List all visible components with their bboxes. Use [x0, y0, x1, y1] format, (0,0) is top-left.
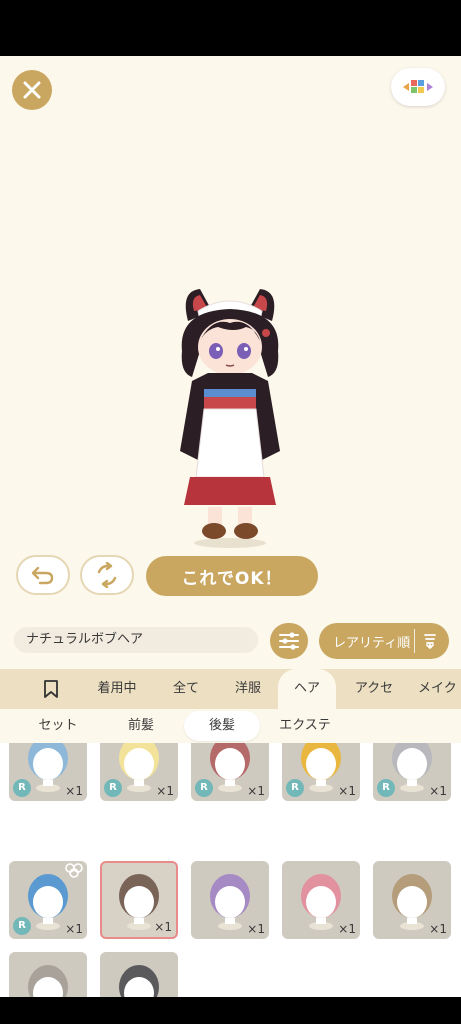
- rarity-badge: R: [195, 779, 213, 797]
- tab-hair[interactable]: ヘア: [278, 669, 336, 709]
- filter-button[interactable]: [270, 623, 308, 659]
- item-grid: R ×1 R ×1 R ×1 R ×1 R ×1 R ×1 ×1 ×1 ×1 ×1 ×1 ×2: [0, 743, 461, 997]
- rarity-badge: R: [13, 917, 31, 935]
- subtab-bangs[interactable]: 前髪: [108, 711, 174, 741]
- hair-item[interactable]: R ×1: [373, 743, 451, 801]
- item-count: ×1: [338, 784, 356, 798]
- tab-bookmark[interactable]: [28, 669, 74, 709]
- tab-wearing[interactable]: 着用中: [86, 669, 148, 709]
- hair-item[interactable]: ×1: [373, 861, 451, 939]
- hair-item[interactable]: R ×1: [9, 743, 87, 801]
- tab-clothes[interactable]: 洋服: [222, 669, 274, 709]
- rarity-badge: R: [13, 779, 31, 797]
- ribbon-icon: [65, 863, 83, 878]
- confirm-button[interactable]: これでOK！: [146, 556, 318, 596]
- item-name-field: ナチュラルボブヘア: [14, 627, 258, 653]
- hair-item[interactable]: R ×1: [191, 743, 269, 801]
- palette-button[interactable]: [391, 68, 445, 106]
- item-count: ×1: [338, 922, 356, 936]
- rarity-badge: R: [377, 779, 395, 797]
- item-count: ×1: [65, 922, 83, 936]
- hair-item[interactable]: ×1: [282, 861, 360, 939]
- hair-item[interactable]: R ×1: [282, 743, 360, 801]
- sort-divider: [414, 629, 415, 653]
- hair-item[interactable]: R ×1: [9, 861, 87, 939]
- item-count: ×1: [65, 784, 83, 798]
- hair-item[interactable]: ×1: [191, 861, 269, 939]
- item-count: ×1: [156, 784, 174, 798]
- tab-makeup[interactable]: メイク: [418, 669, 461, 709]
- undo-icon: [31, 566, 54, 585]
- subtab-back-hair[interactable]: 後髪: [184, 711, 260, 741]
- subtab-extension[interactable]: エクステ: [270, 711, 340, 741]
- hair-item[interactable]: ×2: [100, 952, 178, 997]
- palette-icon: [403, 80, 433, 93]
- item-count: ×1: [247, 784, 265, 798]
- subtab-set[interactable]: セット: [22, 711, 94, 741]
- category-tabs: 着用中 全て 洋服 ヘア アクセ メイク: [0, 669, 461, 709]
- sliders-icon: [279, 632, 299, 650]
- item-count: ×1: [154, 920, 172, 934]
- item-count: ×1: [247, 922, 265, 936]
- tab-all[interactable]: 全て: [160, 669, 212, 709]
- undo-button[interactable]: [16, 555, 70, 595]
- hair-item[interactable]: ×1: [100, 861, 178, 939]
- hair-subtabs: セット 前髪 後髪 エクステ: [0, 709, 461, 743]
- hair-item[interactable]: ×1: [9, 952, 87, 997]
- close-icon: [23, 81, 41, 99]
- sort-label: レアリティ順: [333, 635, 411, 651]
- shuffle-button[interactable]: [80, 555, 134, 595]
- close-button[interactable]: [12, 70, 52, 110]
- dress-up-screen: これでOK！ ナチュラルボブヘア レアリティ順 着用中 全て 洋服 ヘア アクセ…: [0, 56, 461, 997]
- rarity-badge: R: [286, 779, 304, 797]
- sort-icon: [424, 634, 436, 649]
- hair-preview: [28, 965, 68, 997]
- rarity-badge: R: [104, 779, 122, 797]
- hair-item[interactable]: R ×1: [100, 743, 178, 801]
- item-count: ×1: [429, 922, 447, 936]
- hair-preview: [119, 965, 159, 997]
- avatar-character: [180, 289, 280, 548]
- tab-accessory[interactable]: アクセ: [344, 669, 404, 709]
- sort-button[interactable]: レアリティ順: [319, 623, 449, 659]
- shuffle-icon: [97, 562, 117, 588]
- item-count: ×1: [429, 784, 447, 798]
- bookmark-icon: [44, 680, 58, 698]
